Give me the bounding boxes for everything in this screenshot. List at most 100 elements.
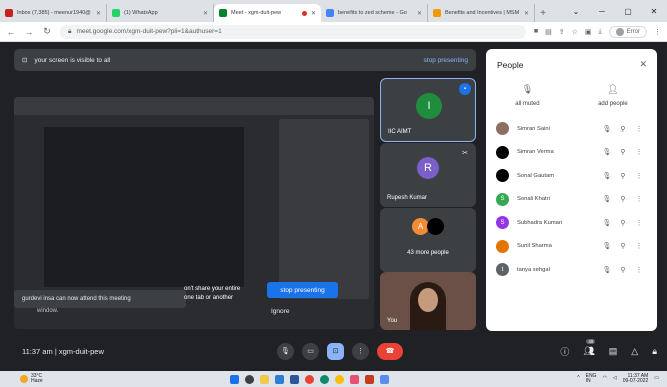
mic-off-icon[interactable]: 🎙︎ (599, 172, 615, 180)
more-options-button[interactable]: ⋮ (352, 342, 369, 360)
maximize-button[interactable]: ▢ (615, 7, 641, 16)
more-icon[interactable]: ⋮ (631, 266, 647, 274)
forward-icon[interactable]: → (24, 27, 34, 37)
mic-off-icon[interactable]: 🎙︎ (599, 148, 615, 156)
weather-widget[interactable]: 33°C Haze (20, 373, 43, 385)
pin-icon[interactable]: ⚲ (615, 266, 631, 274)
tab-1[interactable]: (1) WhatsApp ✕ (107, 4, 214, 22)
pin-icon[interactable]: ⚲ (615, 148, 631, 156)
powerpoint-icon[interactable] (365, 374, 374, 384)
mic-off-icon[interactable]: 🎙︎ (599, 242, 615, 250)
more-icon[interactable]: ⋮ (631, 172, 647, 180)
new-tab-button[interactable]: + (535, 4, 551, 22)
pin-icon[interactable]: ⚲ (615, 125, 631, 133)
camera-button[interactable]: ▭ (302, 342, 319, 360)
tab-close-icon[interactable]: ✕ (203, 10, 208, 17)
tray-chevron-icon[interactable]: ^ (577, 376, 579, 382)
minimize-button[interactable]: ─ (589, 7, 615, 16)
more-icon[interactable]: ⋮ (631, 148, 647, 156)
mic-button[interactable]: 🎙︎ (277, 342, 294, 360)
chrome-alt-icon[interactable] (335, 374, 344, 384)
ignore-button[interactable]: Ignore (271, 308, 289, 315)
explorer-icon[interactable] (260, 374, 269, 384)
menu-icon[interactable]: ⋮ (654, 28, 661, 36)
participant-row[interactable]: Sonal Gautam 🎙︎ ⚲ ⋮ (486, 164, 657, 188)
mic-off-icon[interactable]: 🎙︎ (599, 125, 615, 133)
presenting-banner: ⊡ your screen is visible to all stop pre… (14, 49, 476, 71)
participant-row[interactable]: Sunil Sharma 🎙︎ ⚲ ⋮ (486, 235, 657, 259)
back-icon[interactable]: ← (6, 27, 16, 37)
tab-close-icon[interactable]: ✕ (96, 10, 101, 17)
more-icon[interactable]: ⋮ (631, 125, 647, 133)
close-window-button[interactable]: ✕ (641, 7, 667, 16)
pin-icon[interactable]: ⚲ (615, 172, 631, 180)
tab-close-icon[interactable]: ✕ (417, 10, 422, 17)
url-field[interactable]: 🔒︎ meet.google.com/xgm-duit-pew?pli=1&au… (60, 24, 526, 39)
tile-self-view[interactable]: You (380, 272, 476, 330)
tab-close-icon[interactable]: ✕ (524, 10, 529, 17)
tab-view-icon[interactable]: ▣ (585, 28, 592, 36)
chat-icon[interactable]: ▤ (609, 346, 618, 357)
participant-row[interactable]: Simran Verma 🎙︎ ⚲ ⋮ (486, 141, 657, 165)
bookmark-star-icon[interactable]: ☆ (572, 28, 578, 36)
install-icon[interactable]: ▤ (545, 28, 552, 36)
self-face (418, 288, 438, 312)
word-icon[interactable] (290, 374, 299, 384)
people-icon[interactable]: 👥︎ 49 (583, 338, 596, 357)
banner-stop-presenting[interactable]: stop presenting (424, 57, 468, 64)
store-icon[interactable] (275, 374, 284, 384)
volume-icon[interactable]: ◁ (613, 376, 617, 382)
close-icon[interactable]: ✕ (639, 59, 647, 70)
participant-row[interactable]: S Subhadra Kumari 🎙︎ ⚲ ⋮ (486, 211, 657, 235)
participant-name: Simran Verma (517, 149, 554, 156)
tab-4[interactable]: Benefits and Incentives | MSM ✕ (428, 4, 535, 22)
tab-close-icon[interactable]: ✕ (311, 10, 316, 17)
pin-icon[interactable]: ⚲ (615, 195, 631, 203)
mic-off-icon[interactable]: 🎙︎ (599, 195, 615, 203)
more-icon[interactable]: ⋮ (631, 195, 647, 203)
people-count-badge: 49 (586, 338, 596, 344)
participant-row[interactable]: t tanya sehgal 🎙︎ ⚲ ⋮ (486, 258, 657, 282)
share-icon[interactable]: ⇪ (559, 28, 565, 36)
taskbar-apps (230, 374, 389, 384)
camera-indicator-icon[interactable]: ■ (534, 28, 538, 35)
mute-all-button[interactable]: 🎙︎ all muted (515, 84, 539, 107)
more-icon[interactable]: ⋮ (631, 242, 647, 250)
tab-3[interactable]: benefits to zed scheme - Go ✕ (321, 4, 428, 22)
tab-search-icon[interactable]: ⌄ (563, 7, 589, 16)
mic-off-icon[interactable]: 🎙︎ (599, 219, 615, 227)
notification-icon[interactable]: ▭ (654, 376, 659, 382)
end-call-button[interactable]: ☎︎ (377, 342, 403, 360)
wifi-icon[interactable]: ◠ (602, 376, 606, 382)
tab-2[interactable]: Meet - xgm-duit-pew ✕ (214, 4, 321, 22)
pin-icon[interactable]: ⚲ (615, 242, 631, 250)
tile-iic-aimt[interactable]: ▪︎ I IIC AIMT (380, 78, 476, 142)
present-button[interactable]: ⊡ (327, 342, 344, 360)
search-icon[interactable] (245, 374, 254, 384)
lang-indicator[interactable]: ENG IN (586, 373, 597, 385)
participant-row[interactable]: S Sonali Khatri 🎙︎ ⚲ ⋮ (486, 188, 657, 212)
edge-icon[interactable] (320, 374, 329, 384)
mic-off-icon[interactable]: 🎙︎ (599, 266, 615, 274)
activities-icon[interactable]: △ (631, 346, 638, 357)
tab-0[interactable]: Inbox (7,385) - meenur1940@ ✕ (0, 4, 107, 22)
host-controls-icon[interactable]: 🔒︎ (652, 346, 657, 357)
clock[interactable]: 11:37 AM 09-07-2022 (623, 373, 649, 385)
reload-icon[interactable]: ↻ (42, 26, 52, 37)
people-list: Simran Saini 🎙︎ ⚲ ⋮ Simran Verma 🎙︎ ⚲ ⋮ Sonal Ga… (486, 117, 657, 282)
add-people-button[interactable]: 👤︎ add people (598, 84, 628, 107)
photos-icon[interactable] (380, 374, 389, 384)
download-icon[interactable]: ⤓ (599, 28, 602, 36)
chrome-icon[interactable] (305, 374, 314, 384)
pin-icon[interactable]: ⚲ (615, 219, 631, 227)
participant-row[interactable]: Simran Saini 🎙︎ ⚲ ⋮ (486, 117, 657, 141)
info-icon[interactable]: ⓘ (560, 345, 569, 358)
tile-more-people[interactable]: A 43 more people (380, 208, 476, 272)
start-icon[interactable] (230, 374, 239, 384)
profile-error-button[interactable]: Error (608, 25, 647, 38)
paint-icon[interactable] (350, 374, 359, 384)
tile-rupesh-kumar[interactable]: ✂︎ R Rupesh Kumar (380, 143, 476, 207)
stop-presenting-button[interactable]: stop presenting (267, 282, 338, 298)
more-icon[interactable]: ⋮ (631, 219, 647, 227)
shared-screen-tabbar (14, 97, 374, 115)
